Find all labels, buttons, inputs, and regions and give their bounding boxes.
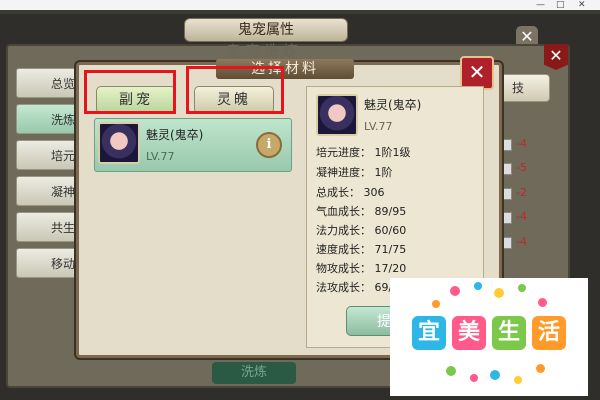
watermark-char: 活 [532,316,566,350]
detail-level: LV.77 [364,120,393,133]
delta-value: -5 [516,161,527,174]
stat-line: 法力成长： 60/60 [316,224,407,237]
detail-name: 魅灵(鬼卒) [364,98,422,112]
window-close-button[interactable]: ✕ [578,0,586,10]
decor-dot [474,282,482,290]
pet-avatar [98,122,140,164]
pet-name: 魅灵(鬼卒) [146,128,204,142]
delta-value: -2 [516,186,527,199]
pet-level: LV.77 [146,150,175,163]
stat-line: 凝神进度： 1阶 [316,166,393,179]
stat-line: 培元进度： 1阶1级 [316,146,411,159]
decor-dot [518,284,526,292]
background-close-icon-2[interactable]: ✕ [544,44,568,70]
stat-line: 气血成长： 89/95 [316,205,407,218]
stat-line: 速度成长： 71/75 [316,243,407,256]
delta-value: -4 [516,210,527,223]
highlight-box-right [186,66,284,114]
watermark-char: 美 [452,316,486,350]
stat-line: 总成长： 306 [316,186,385,199]
decor-dot [432,300,440,308]
decor-dot [538,298,547,307]
info-icon[interactable]: i [256,132,282,158]
detail-avatar [316,94,358,136]
watermark-logo: 宜 美 生 活 [390,278,588,396]
minimize-button[interactable]: — [536,0,545,10]
window-titlebar [0,0,600,10]
watermark-char: 宜 [412,316,446,350]
dialog-close-icon[interactable]: ✕ [460,56,494,90]
stat-line: 法攻成长： 69/ [316,281,393,294]
delta-value: -4 [516,137,527,150]
background-subtitle: 鬼宠洗炼 [226,42,303,60]
decor-dot [494,288,504,298]
highlight-box-left [84,70,176,114]
watermark-char: 生 [492,316,526,350]
delta-value: -4 [516,235,527,248]
background-title: 鬼宠属性 [184,18,348,42]
stat-line: 物攻成长： 17/20 [316,262,407,275]
decor-dot [450,286,460,296]
decor-dot [446,366,456,376]
maximize-button[interactable]: □ [556,0,565,10]
decor-dot [514,376,522,384]
refine-button[interactable]: 洗炼 [212,362,296,384]
decor-dot [536,364,545,373]
decor-dot [470,374,478,382]
decor-dot [490,370,500,380]
